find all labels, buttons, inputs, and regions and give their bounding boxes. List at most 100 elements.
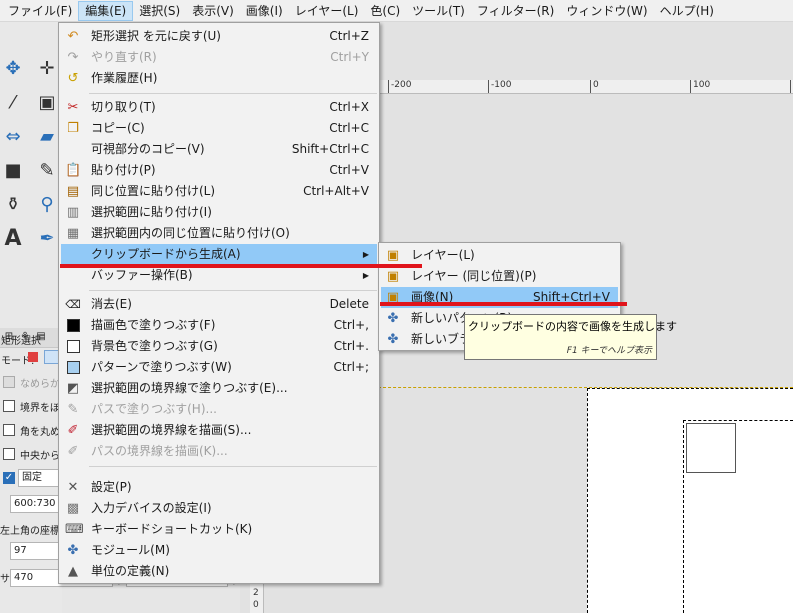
menu-item-stroke-path[interactable]: ✐ パスの境界線を描画(K)... (61, 441, 377, 462)
text-tool-icon[interactable]: A (0, 226, 26, 252)
menu-item-label: やり直す(R) (91, 50, 157, 64)
ruler-tick: -100 (488, 80, 511, 93)
menu-windows[interactable]: ウィンドウ(W) (560, 1, 653, 21)
gradient-tool-icon[interactable]: ■ (0, 158, 26, 184)
preferences-icon: ✕ (67, 480, 79, 495)
menu-item-label: 単位の定義(N) (91, 564, 170, 578)
menu-item-label: 選択範囲内の同じ位置に貼り付け(O) (91, 226, 290, 240)
feather-checkbox[interactable] (3, 400, 15, 412)
stroke-selection-icon: ✐ (67, 423, 79, 438)
menu-item-fill-bg[interactable]: 背景色で塗りつぶす(G) Ctrl+. (61, 336, 377, 357)
menu-item-label: バッファー操作(B) (91, 268, 193, 282)
menu-view[interactable]: 表示(V) (186, 1, 240, 21)
menu-item-fill-selection[interactable]: ◩ 選択範囲の境界線で塗りつぶす(E)... (61, 378, 377, 399)
red-annotation-line (380, 302, 627, 306)
antialias-checkbox[interactable] (3, 376, 15, 388)
menu-item-paste[interactable]: 📋 貼り付け(P) Ctrl+V (61, 160, 377, 181)
move-tool-icon[interactable]: ✥ (0, 56, 26, 82)
menu-item-label: 矩形選択 を元に戻す(U) (91, 29, 221, 43)
menu-item-shortcut: Shift+Ctrl+C (291, 142, 369, 156)
paste-in-place-icon: ▤ (66, 184, 80, 199)
menu-item-preferences[interactable]: ✕ 設定(P) (61, 477, 377, 498)
fixed-checkbox[interactable]: ✓ (3, 472, 15, 484)
paste-into-icon: ▥ (66, 205, 80, 220)
submenu-item-new-layer[interactable]: ▣ レイヤー(L) (381, 245, 618, 266)
menu-item-buffer[interactable]: バッファー操作(B) ▶ (61, 265, 377, 286)
bg-fill-icon (67, 340, 80, 353)
menu-item-paste-into[interactable]: ▥ 選択範囲に貼り付け(I) (61, 202, 377, 223)
copy-icon: ❐ (67, 121, 79, 136)
menu-item-shortcut: Ctrl+V (329, 163, 369, 177)
submenu-item-new-layer-in-place[interactable]: ▣ レイヤー (同じ位置)(P) (381, 266, 618, 287)
menu-item-clear[interactable]: ⌫ 消去(E) Delete (61, 294, 377, 315)
menu-item-label: 選択範囲の境界線で塗りつぶす(E)... (91, 381, 288, 395)
menu-item-keyboard-shortcuts[interactable]: ⌨ キーボードショートカット(K) (61, 519, 377, 540)
red-annotation-line (60, 264, 422, 268)
paintbrush-tool-icon[interactable]: ✎ (34, 158, 60, 184)
expand-center-checkbox[interactable] (3, 448, 15, 460)
selection-handle[interactable] (686, 423, 736, 473)
menu-image[interactable]: 画像(I) (240, 1, 289, 21)
rounded-corners-label: 角を丸め (20, 427, 60, 438)
left-ruler: 2 0 (250, 580, 264, 613)
ruler-tick: 2 (253, 588, 259, 598)
ruler-tick: 0 (253, 600, 259, 610)
color-select-icon[interactable]: ▣ (34, 90, 60, 116)
menu-item-units[interactable]: ▲ 単位の定義(N) (61, 561, 377, 582)
menu-item-label: コピー(C) (91, 121, 145, 135)
history-icon: ↺ (67, 71, 79, 86)
menu-select[interactable]: 選択(S) (133, 1, 186, 21)
menu-layer[interactable]: レイヤー(L) (289, 1, 365, 21)
menu-item-copy[interactable]: ❐ コピー(C) Ctrl+C (61, 118, 377, 139)
menu-item-redo[interactable]: ↷ やり直す(R) Ctrl+Y (61, 47, 377, 68)
menu-item-label: 同じ位置に貼り付け(L) (91, 184, 216, 198)
menu-separator (89, 290, 377, 291)
perspective-tool-icon[interactable]: ▰ (34, 124, 60, 150)
position-label: 左上角の座標 (0, 526, 60, 537)
menu-item-fill-path[interactable]: ✎ パスで塗りつぶす(H)... (61, 399, 377, 420)
menu-item-cut[interactable]: ✂ 切り取り(T) Ctrl+X (61, 97, 377, 118)
modules-icon: ✤ (67, 543, 79, 558)
menu-item-input-devices[interactable]: ▩ 入力デバイスの設定(I) (61, 498, 377, 519)
menu-item-paste-as[interactable]: クリップボードから生成(A) ▶ (61, 244, 377, 265)
menu-item-label: パスの境界線を描画(K)... (91, 444, 228, 458)
submenu-arrow-icon: ▶ (362, 250, 369, 259)
menu-filters[interactable]: フィルター(R) (471, 1, 560, 21)
undo-icon: ↶ (67, 29, 79, 44)
menu-edit[interactable]: 編集(E) (78, 0, 134, 21)
menu-item-label: パスで塗りつぶす(H)... (91, 402, 217, 416)
aspect-ratio-field[interactable]: 600:730 (10, 495, 62, 513)
position-x-field[interactable]: 97 (10, 542, 62, 560)
edit-menu: ↶ 矩形選択 を元に戻す(U) Ctrl+Z ↷ やり直す(R) Ctrl+Y … (58, 22, 380, 584)
fixed-mode-select[interactable]: 固定 (18, 469, 62, 487)
menu-item-fill-fg[interactable]: 描画色で塗りつぶす(F) Ctrl+, (61, 315, 377, 336)
menu-item-paste-in-place[interactable]: ▤ 同じ位置に貼り付け(L) Ctrl+Alt+V (61, 181, 377, 202)
align-tool-icon[interactable]: ✛ (34, 56, 60, 82)
menu-item-stroke-selection[interactable]: ✐ 選択範囲の境界線を描画(S)... (61, 420, 377, 441)
menu-item-label: パターンで塗りつぶす(W) (91, 360, 232, 374)
menu-item-label: 選択範囲の境界線を描画(S)... (91, 423, 252, 437)
menu-item-shortcut: Ctrl+X (329, 100, 369, 114)
cut-icon: ✂ (67, 100, 79, 115)
menu-item-undo[interactable]: ↶ 矩形選択 を元に戻す(U) Ctrl+Z (61, 26, 377, 47)
flip-tool-icon[interactable]: ⇔ (0, 124, 26, 150)
wand-tool-icon[interactable]: ⁄ (0, 90, 26, 116)
menu-tools[interactable]: ツール(T) (406, 1, 471, 21)
menu-help[interactable]: ヘルプ(H) (654, 1, 720, 21)
menu-item-fill-pattern[interactable]: パターンで塗りつぶす(W) Ctrl+; (61, 357, 377, 378)
menu-colors[interactable]: 色(C) (364, 1, 406, 21)
menu-item-history[interactable]: ↺ 作業履歴(H) (61, 68, 377, 89)
heal-tool-icon[interactable]: ⚲ (34, 192, 60, 218)
rounded-corners-checkbox[interactable] (3, 424, 15, 436)
new-pattern-icon: ✤ (387, 311, 399, 326)
clear-icon: ⌫ (65, 298, 81, 311)
menu-item-shortcut: Ctrl+Z (329, 29, 369, 43)
input-devices-icon: ▩ (66, 501, 80, 516)
mode-replace-icon[interactable] (28, 352, 38, 362)
menu-item-paste-into-in-place[interactable]: ▦ 選択範囲内の同じ位置に貼り付け(O) (61, 223, 377, 244)
menu-item-copy-visible[interactable]: 可視部分のコピー(V) Shift+Ctrl+C (61, 139, 377, 160)
menu-file[interactable]: ファイル(F) (2, 1, 78, 21)
clone-tool-icon[interactable]: ⚱ (0, 192, 26, 218)
color-picker-icon[interactable]: ✒ (34, 226, 60, 252)
menu-item-modules[interactable]: ✤ モジュール(M) (61, 540, 377, 561)
